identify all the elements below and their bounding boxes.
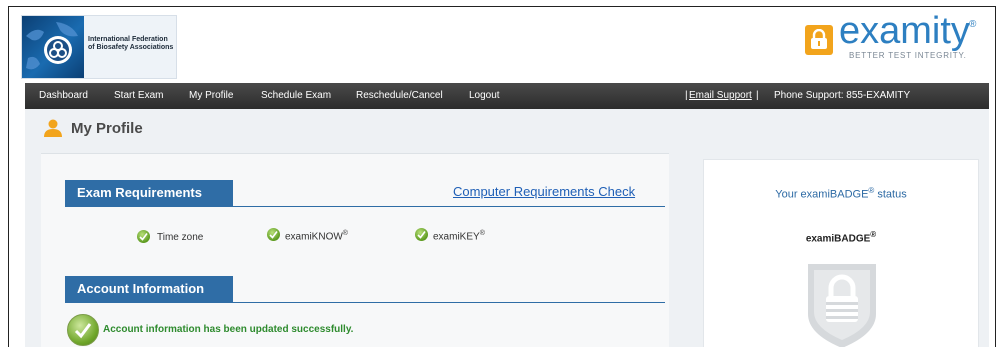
nav-logout[interactable]: Logout [469, 90, 500, 101]
site-header: International Federation of Biosafety As… [9, 7, 995, 83]
lock-icon [805, 25, 833, 55]
brand-tagline: BETTER TEST INTEGRITY. [849, 51, 967, 60]
badge-status-title: Your examiBADGE® status [775, 186, 907, 201]
org-logo[interactable]: International Federation of Biosafety As… [21, 15, 177, 79]
brand-registered-mark: ® [969, 19, 977, 30]
check-icon [415, 228, 428, 241]
nav-start-exam[interactable]: Start Exam [114, 90, 163, 101]
section-divider [65, 206, 665, 207]
profile-main-panel: Exam Requirements Computer Requirements … [41, 153, 669, 347]
requirement-examikey: examiKEY® [433, 230, 485, 243]
nav-dashboard[interactable]: Dashboard [39, 90, 88, 101]
nav-separator: | [685, 90, 688, 101]
nav-phone-support: Phone Support: 855-EXAMITY [774, 90, 911, 101]
shield-lock-icon [804, 262, 880, 347]
account-information-heading: Account Information [65, 276, 233, 302]
computer-requirements-link[interactable]: Computer Requirements Check [453, 184, 635, 199]
success-message: Account information has been updated suc… [103, 324, 354, 335]
globe-biohazard-icon [22, 16, 84, 78]
check-icon [137, 230, 150, 243]
org-name: International Federation of Biosafety As… [88, 36, 174, 51]
requirement-time-zone: Time zone [157, 232, 204, 243]
profile-page: My Profile Exam Requirements Computer Re… [25, 109, 989, 347]
examity-logo[interactable]: examity ® BETTER TEST INTEGRITY. [805, 10, 989, 65]
section-divider [65, 302, 665, 303]
page-title: My Profile [71, 120, 143, 137]
browser-frame: International Federation of Biosafety As… [8, 6, 996, 347]
main-nav: Dashboard Start Exam My Profile Schedule… [25, 83, 989, 109]
exam-requirements-heading: Exam Requirements [65, 180, 233, 206]
nav-schedule-exam[interactable]: Schedule Exam [261, 90, 331, 101]
page-title-bar: My Profile [25, 109, 989, 147]
nav-email-support[interactable]: Email Support [689, 90, 752, 101]
nav-my-profile[interactable]: My Profile [189, 90, 233, 101]
badge-label: examiBADGE® [805, 230, 877, 245]
brand-name: examity [839, 10, 970, 52]
requirement-examiknow: examiKNOW® [285, 230, 348, 243]
user-icon [43, 119, 63, 142]
check-icon [267, 228, 280, 241]
badge-panel: Your examiBADGE® status examiBADGE® [703, 159, 979, 347]
success-check-icon [67, 314, 99, 346]
nav-reschedule-cancel[interactable]: Reschedule/Cancel [356, 90, 443, 101]
nav-separator: | [756, 90, 759, 101]
